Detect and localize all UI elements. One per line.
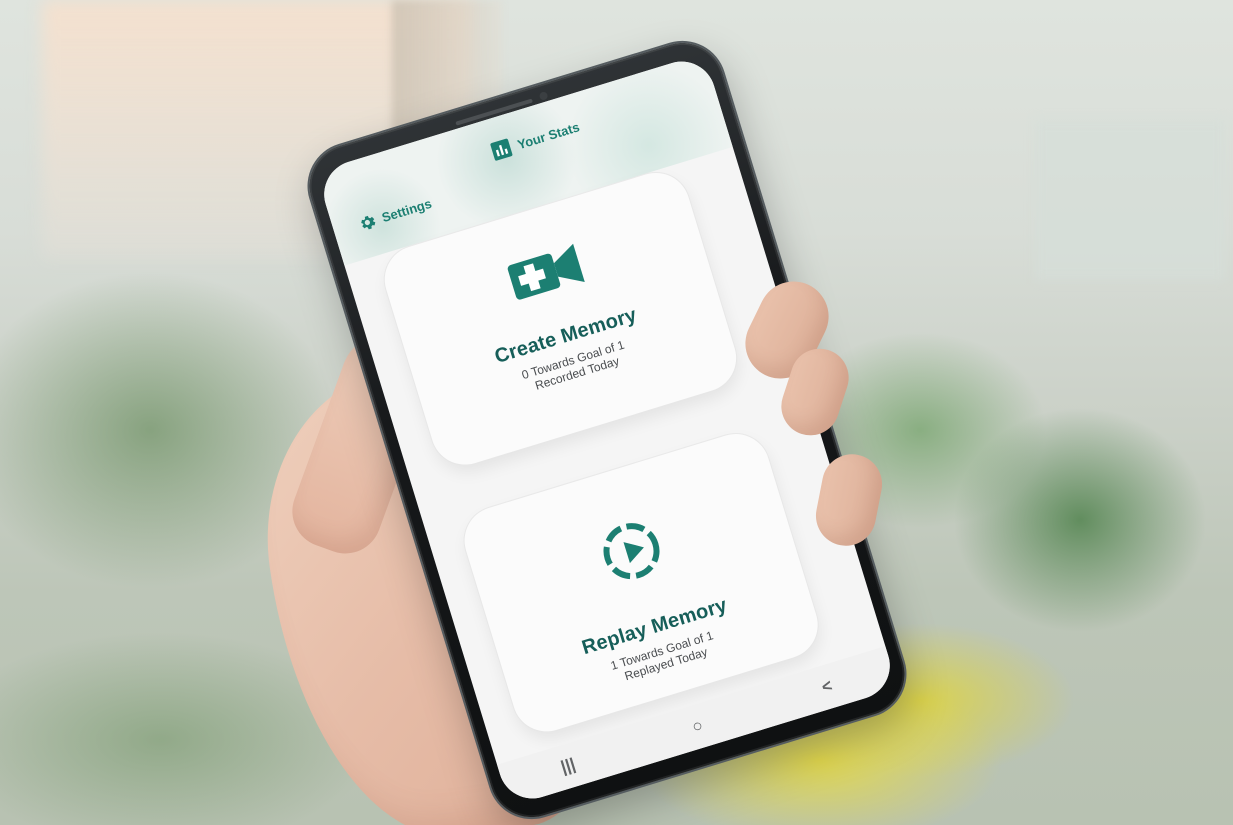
video-plus-icon — [504, 238, 591, 312]
stats-label: Your Stats — [515, 118, 582, 152]
back-button[interactable]: < — [791, 667, 864, 707]
replay-circle-icon — [592, 511, 673, 596]
gear-icon — [355, 211, 379, 235]
photo-scene: Settings Your Stats Create Memory 0 Towa… — [0, 0, 1233, 825]
blurred-building — [1035, 120, 1225, 280]
settings-button[interactable]: Settings — [355, 194, 434, 234]
home-button[interactable]: ○ — [661, 707, 734, 747]
settings-label: Settings — [379, 195, 434, 226]
stats-button[interactable]: Your Stats — [488, 115, 582, 163]
phone-camera — [538, 90, 549, 101]
bar-chart-icon — [488, 136, 515, 163]
recent-apps-button[interactable]: ||| — [532, 746, 605, 786]
